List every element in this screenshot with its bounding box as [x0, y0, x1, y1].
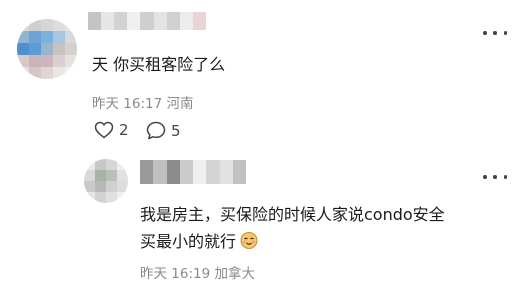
comment-text: 天 你买租客险了么 [92, 55, 226, 74]
like-count: 2 [119, 121, 129, 139]
commenter-avatar[interactable] [17, 19, 77, 79]
like-button[interactable]: 2 [94, 121, 129, 139]
more-options-icon[interactable] [483, 30, 507, 36]
replier-avatar[interactable] [84, 159, 128, 203]
more-options-icon[interactable] [483, 174, 507, 180]
reply-text-line2-row: 买最小的就行 [140, 228, 259, 252]
reply-meta: 昨天 16:19 加拿大 [140, 266, 255, 282]
reply-button[interactable]: 5 [146, 121, 181, 140]
heart-outline-icon [94, 121, 114, 139]
reply-count: 5 [171, 121, 181, 140]
reply-text-line1: 我是房主，买保险的时候人家说condo安全 [140, 205, 445, 224]
smiling-face-icon [239, 230, 259, 250]
replier-username[interactable] [140, 160, 246, 184]
reply-text-line2: 买最小的就行 [140, 232, 237, 251]
comment-meta: 昨天 16:17 河南 [92, 96, 194, 112]
speech-bubble-icon [146, 121, 166, 140]
commenter-username[interactable] [88, 12, 206, 30]
